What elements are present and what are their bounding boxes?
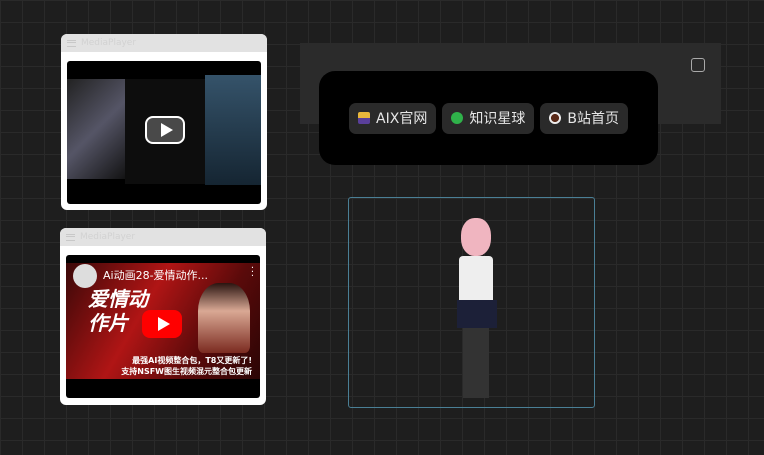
caption-line-1: 最强AI视频整合包，T8又更新了! [132, 356, 252, 365]
caption-line-2: 支持NSFW图生视频混元整合包更新 [121, 367, 252, 376]
link-button-bilibili[interactable]: B站首页 [540, 102, 628, 134]
edit-icon[interactable] [691, 58, 705, 72]
link-label: B站首页 [567, 111, 619, 127]
link-button-aix[interactable]: AIX官网 [349, 102, 437, 134]
card-title: MediaPlayer [81, 38, 137, 48]
video-title[interactable]: Ai动画28-爱情动作... [103, 267, 208, 283]
folder-icon [358, 112, 371, 124]
character-image-frame[interactable] [348, 197, 595, 408]
media-player-card-2: MediaPlayer Ai动画28-爱情动作... · · · 爱情动作片 最强A… [60, 228, 266, 405]
card-title: MediaPlayer [80, 232, 136, 242]
link-label: AIX官网 [376, 111, 428, 127]
link-label: 知识星球 [469, 111, 526, 127]
thumbnail-text: 爱情动作片 [88, 287, 148, 335]
card-header[interactable]: MediaPlayer [61, 34, 267, 52]
card-header[interactable]: MediaPlayer [60, 228, 266, 246]
menu-icon[interactable] [66, 233, 75, 241]
link-bar: AIX官网 知识星球 B站首页 [319, 71, 658, 165]
video-player[interactable] [67, 61, 261, 204]
video-player[interactable]: Ai动画28-爱情动作... · · · 爱情动作片 最强AI视频整合包，T8又更新… [66, 255, 260, 398]
character-image [447, 208, 507, 400]
more-icon[interactable]: · · · [251, 264, 254, 282]
person-image [198, 283, 250, 353]
coffee-icon [549, 112, 562, 124]
link-button-zsxq[interactable]: 知识星球 [442, 102, 535, 134]
media-player-card-1: MediaPlayer [61, 34, 267, 210]
channel-avatar[interactable] [73, 264, 97, 288]
bug-icon [451, 112, 464, 124]
menu-icon[interactable] [67, 39, 76, 47]
play-button[interactable] [145, 116, 185, 144]
play-button[interactable] [142, 310, 182, 338]
